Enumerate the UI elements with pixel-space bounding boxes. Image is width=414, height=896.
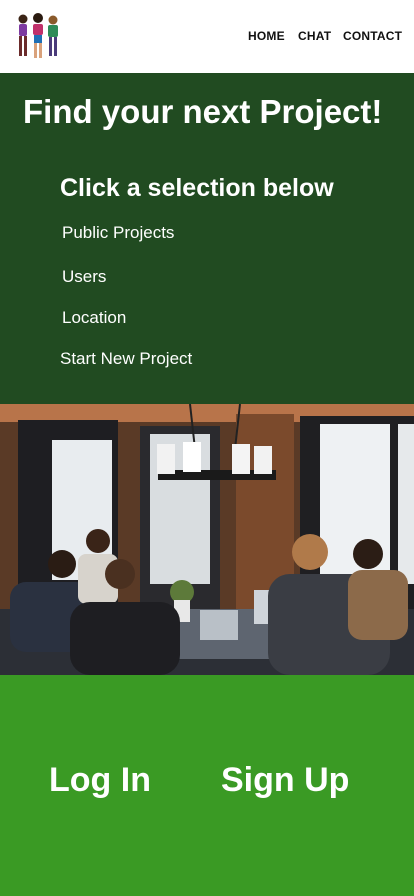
nav-chat-link[interactable]: CHAT (298, 29, 331, 43)
site-header: HOME CHAT CONTACT (0, 0, 414, 73)
hero-section: Find your next Project! Click a selectio… (0, 73, 414, 404)
signup-button[interactable]: Sign Up (221, 761, 349, 800)
menu-item-public-projects[interactable]: Public Projects (62, 223, 174, 243)
auth-section: Log In Sign Up (0, 675, 414, 896)
nav-contact-link[interactable]: CONTACT (343, 29, 402, 43)
menu-item-start-new-project[interactable]: Start New Project (60, 349, 192, 369)
nav-home-link[interactable]: HOME (248, 29, 285, 43)
team-meeting-photo (0, 404, 414, 675)
menu-item-location[interactable]: Location (62, 308, 126, 328)
login-button[interactable]: Log In (49, 761, 151, 800)
selection-heading: Click a selection below (60, 174, 334, 202)
characters-logo-icon[interactable] (14, 11, 64, 63)
page-title: Find your next Project! (23, 93, 383, 130)
menu-item-users[interactable]: Users (62, 267, 106, 287)
